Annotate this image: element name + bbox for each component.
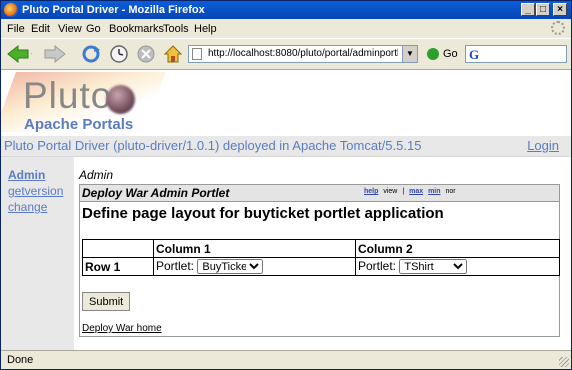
resize-grip-icon[interactable] [559,357,569,367]
throbber-icon [551,21,565,35]
portlet-window: Deploy War Admin Portlet help view | max… [79,184,560,337]
sidebar: Admin getversion change [1,157,74,350]
submit-button[interactable]: Submit [82,292,131,311]
status-bar: Done [1,350,571,369]
window-title: Pluto Portal Driver - Mozilla Firefox [22,4,205,16]
title-bar: Pluto Portal Driver - Mozilla Firefox _ … [1,1,571,19]
menu-file[interactable]: File [7,23,25,35]
layout-heading: Define page layout for buyticket portlet… [82,205,444,222]
google-icon: G [469,47,480,62]
table-header-row: Column 1 Column 2 [82,239,560,258]
pluto-logo: Pluto Apache Portals [1,72,166,135]
portlet-label: Portlet: [156,259,195,273]
close-button[interactable]: × [553,3,567,16]
home-icon[interactable] [163,44,183,64]
menu-help[interactable]: Help [194,23,217,35]
menu-edit[interactable]: Edit [31,23,50,35]
sidebar-item-change[interactable]: change [8,200,47,214]
mode-view: view [383,188,398,195]
menu-view[interactable]: View [58,23,82,35]
mode-help-link[interactable]: help [364,188,378,195]
column-1-header: Column 1 [153,239,356,258]
table-corner-cell [82,239,154,258]
menu-go[interactable]: Go [86,23,101,35]
address-bar[interactable]: http://localhost:8080/pluto/portal/admin… [188,45,418,63]
portlet-label: Portlet: [358,259,397,273]
deploy-war-home-link[interactable]: Deploy War home [82,323,162,334]
back-button[interactable]: ▼ [6,44,32,64]
portal-description: Pluto Portal Driver (pluto-driver/1.0.1)… [4,138,422,153]
portlet-title: Deploy War Admin Portlet [82,186,230,200]
portlet-select-column-2[interactable]: TShirt [399,259,468,274]
portlet-modes: help view | max min nor [364,188,459,195]
status-text: Done [7,354,34,366]
minimize-button[interactable]: _ [521,3,535,16]
logo-word: Pluto [23,75,113,116]
page-title: Admin [79,168,114,182]
page-icon [192,48,202,60]
go-label: Go [443,48,458,60]
menu-tools[interactable]: Tools [163,23,189,35]
browser-window: Pluto Portal Driver - Mozilla Firefox _ … [0,0,572,370]
portlet-titlebar: Deploy War Admin Portlet help view | max… [80,185,559,202]
portal-info-bar: Pluto Portal Driver (pluto-driver/1.0.1)… [1,136,571,157]
sidebar-item-admin[interactable]: Admin [8,168,45,182]
state-nor: nor [445,188,456,195]
planet-graphic [106,85,135,114]
table-row: Row 1 Portlet: BuyTicket Portlet: TShirt [82,257,560,276]
svg-text:▼: ▼ [67,52,69,59]
mode-separator: | [402,188,405,195]
menu-bookmarks[interactable]: Bookmarks [109,23,164,35]
nav-toolbar: ▼ ▼ http://localhost:8080/pluto/portal/a… [1,38,571,70]
row-1-label: Row 1 [82,257,154,276]
chevron-down-icon[interactable]: ▼ [402,46,417,62]
page-content: Pluto Apache Portals Pluto Portal Driver… [1,70,571,350]
address-input[interactable]: http://localhost:8080/pluto/portal/admin… [208,46,398,62]
firefox-icon [4,3,18,17]
stop-icon[interactable] [136,44,156,64]
maximize-button[interactable]: □ [536,3,550,16]
forward-button[interactable]: ▼ [43,44,69,64]
sidebar-item-getversion[interactable]: getversion [8,184,63,198]
state-max-link[interactable]: max [409,188,423,195]
reload-icon[interactable] [81,44,101,64]
svg-text:▼: ▼ [30,52,32,59]
go-arrow-icon [427,48,439,60]
row-1-column-2-cell: Portlet: TShirt [355,257,560,276]
login-link[interactable]: Login [527,138,559,153]
logo-subtitle: Apache Portals [24,116,134,133]
column-2-header: Column 2 [355,239,560,258]
layout-table: Column 1 Column 2 Row 1 Portlet: BuyTick… [82,239,560,276]
menu-bar: File Edit View Go Bookmarks Tools Help [1,19,571,38]
row-1-column-1-cell: Portlet: BuyTicket [153,257,356,276]
state-min-link[interactable]: min [428,188,440,195]
search-input[interactable]: G [465,45,567,63]
history-clock-icon[interactable] [109,44,129,64]
portlet-select-column-1[interactable]: BuyTicket [197,259,264,274]
